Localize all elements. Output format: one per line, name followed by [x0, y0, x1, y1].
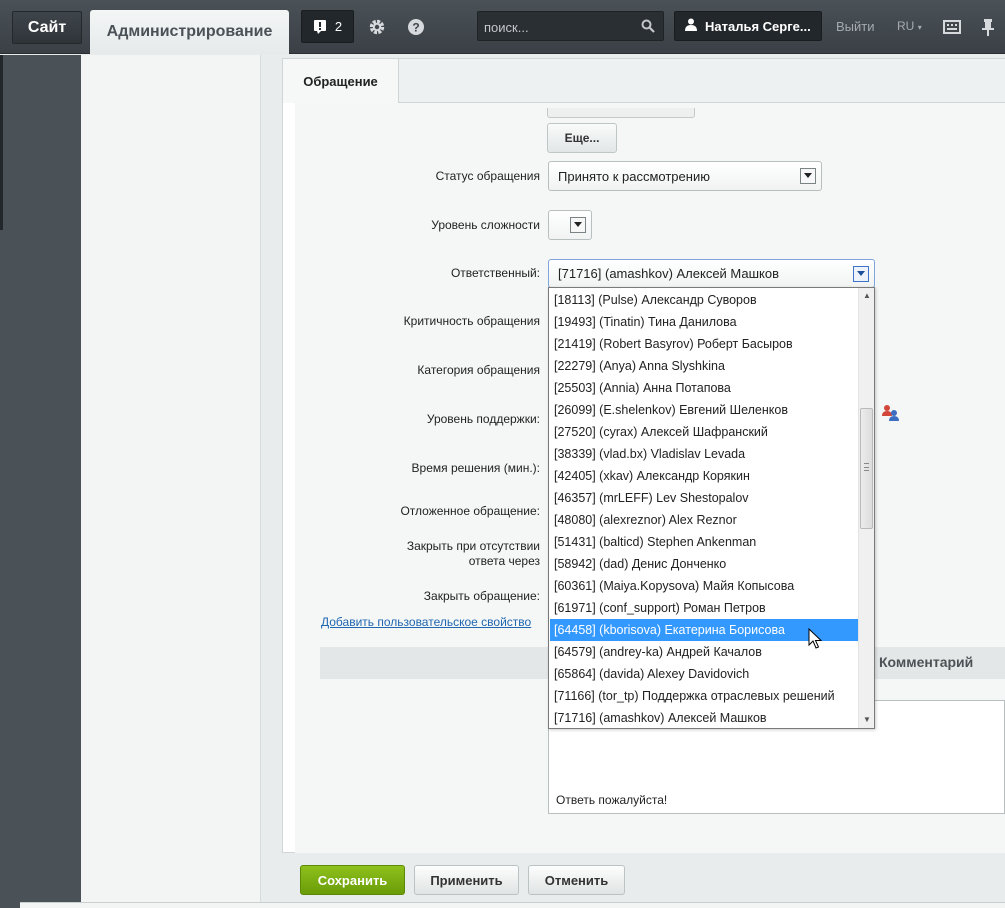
list-item[interactable]: [71716] (amashkov) Алексей Машков — [550, 707, 858, 728]
search-box[interactable] — [477, 11, 664, 41]
autoclose-label-line2: ответа через — [468, 554, 540, 568]
admin-top-panel: Сайт Администрирование 2 ? Наталья Серге… — [0, 0, 1005, 54]
list-item[interactable]: [27520] (cyrax) Алексей Шафранский — [550, 421, 858, 443]
dropdown-arrow-icon — [853, 266, 869, 282]
list-item[interactable]: [22279] (Anya) Anna Slyshkina — [550, 355, 858, 377]
search-input[interactable] — [484, 18, 634, 36]
admin-tab-button[interactable]: Администрирование — [90, 10, 289, 54]
language-label: RU — [897, 19, 915, 33]
svg-text:?: ? — [412, 21, 419, 35]
site-tab-button[interactable]: Сайт — [12, 11, 82, 44]
previous-field-bottom — [547, 108, 695, 118]
list-item[interactable]: [58942] (dad) Денис Донченко — [550, 553, 858, 575]
logout-link[interactable]: Выйти — [836, 19, 875, 34]
more-button[interactable]: Еще... — [547, 123, 617, 153]
search-icon[interactable] — [641, 19, 655, 36]
list-item[interactable]: [42405] (xkav) Александр Корякин — [550, 465, 858, 487]
language-selector[interactable]: RU ▾ — [897, 19, 922, 33]
dropdown-arrow-icon — [800, 168, 816, 184]
comment-text: Ответь пожалуйста! — [556, 793, 668, 807]
close-label: Закрыть обращение: — [423, 589, 540, 603]
scroll-up-arrow-icon[interactable]: ▲ — [862, 291, 872, 301]
tab-ticket[interactable]: Обращение — [283, 59, 399, 103]
page-bottom-edge — [20, 902, 1005, 908]
list-item[interactable]: [25503] (Annia) Анна Потапова — [550, 377, 858, 399]
list-item[interactable]: [21419] (Robert Basyrov) Роберт Басыров — [550, 333, 858, 355]
autoclose-label-line1: Закрыть при отсутствии — [406, 539, 540, 553]
tab-bar: Обращение — [283, 59, 1005, 103]
list-item[interactable]: [26099] (E.shelenkov) Евгений Шеленков — [550, 399, 858, 421]
list-item[interactable]: [38339] (vlad.bx) Vladislav Levada — [550, 443, 858, 465]
notification-count: 2 — [334, 19, 343, 34]
pin-icon[interactable] — [976, 15, 1000, 39]
help-icon[interactable]: ? — [404, 15, 428, 39]
responsible-select[interactable]: [71716] (amashkov) Алексей Машков — [548, 259, 875, 288]
list-item[interactable]: [65864] (davida) Alexey Davidovich — [550, 663, 858, 685]
notifications-button[interactable]: 2 — [301, 10, 354, 43]
list-item[interactable]: [51431] (balticd) Stephen Ankenman — [550, 531, 858, 553]
difficulty-select[interactable] — [548, 210, 592, 240]
submenu-sidebar — [81, 55, 261, 908]
criticality-label: Критичность обращения — [403, 314, 540, 328]
mouse-pointer-icon — [808, 627, 823, 653]
cancel-button[interactable]: Отменить — [528, 865, 625, 895]
status-value: Принято к рассмотрению — [558, 168, 710, 184]
list-item[interactable]: [61971] (conf_support) Роман Петров — [550, 597, 858, 619]
save-button[interactable]: Сохранить — [300, 865, 405, 895]
chevron-down-icon: ▾ — [917, 23, 922, 32]
comment-title: Комментарий — [879, 654, 974, 670]
autoclose-label: Закрыть при отсутствии ответа через — [290, 539, 540, 569]
list-item[interactable]: [48080] (alexreznor) Alex Reznor — [550, 509, 858, 531]
add-custom-property-link[interactable]: Добавить пользовательское свойство — [321, 615, 531, 629]
support-level-label: Уровень поддержки: — [426, 412, 540, 426]
list-item[interactable]: [18113] (Pulse) Александр Суворов — [550, 289, 858, 311]
apply-button[interactable]: Применить — [414, 865, 519, 895]
responsible-label: Ответственный: — [450, 266, 540, 280]
main-menu-sidebar — [0, 55, 81, 908]
list-item[interactable]: [46357] (mrLEFF) Lev Shestopalov — [550, 487, 858, 509]
dropdown-arrow-icon — [570, 217, 586, 233]
status-label: Статус обращения — [435, 169, 540, 183]
list-item[interactable]: [19493] (Tinatin) Тина Данилова — [550, 311, 858, 333]
keyboard-icon[interactable] — [940, 15, 964, 39]
scrollbar-thumb[interactable] — [860, 408, 873, 529]
category-label: Категория обращения — [417, 363, 540, 377]
scroll-down-arrow-icon[interactable]: ▼ — [862, 715, 872, 725]
settings-gear-icon[interactable] — [365, 15, 389, 39]
list-scrollbar[interactable]: ▲ ▼ — [858, 288, 874, 728]
list-item[interactable]: [71166] (tor_tp) Поддержка отраслевых ре… — [550, 685, 858, 707]
list-item[interactable]: [60361] (Maiya.Kopysova) Майя Копысова — [550, 575, 858, 597]
user-search-icon[interactable] — [882, 404, 900, 425]
user-name: Наталья Серге... — [705, 18, 811, 34]
deferred-label: Отложенное обращение: — [400, 504, 540, 518]
user-menu-button[interactable]: Наталья Серге... — [674, 11, 822, 41]
difficulty-label: Уровень сложности — [431, 218, 540, 232]
status-select[interactable]: Принято к рассмотрению — [548, 161, 822, 191]
solve-time-label: Время решения (мин.): — [411, 461, 540, 475]
responsible-value: [71716] (amashkov) Алексей Машков — [558, 266, 780, 281]
user-icon — [685, 18, 697, 34]
notification-icon — [313, 19, 327, 35]
responsible-options-list[interactable]: [18113] (Pulse) Александр Суворов [19493… — [548, 287, 875, 729]
